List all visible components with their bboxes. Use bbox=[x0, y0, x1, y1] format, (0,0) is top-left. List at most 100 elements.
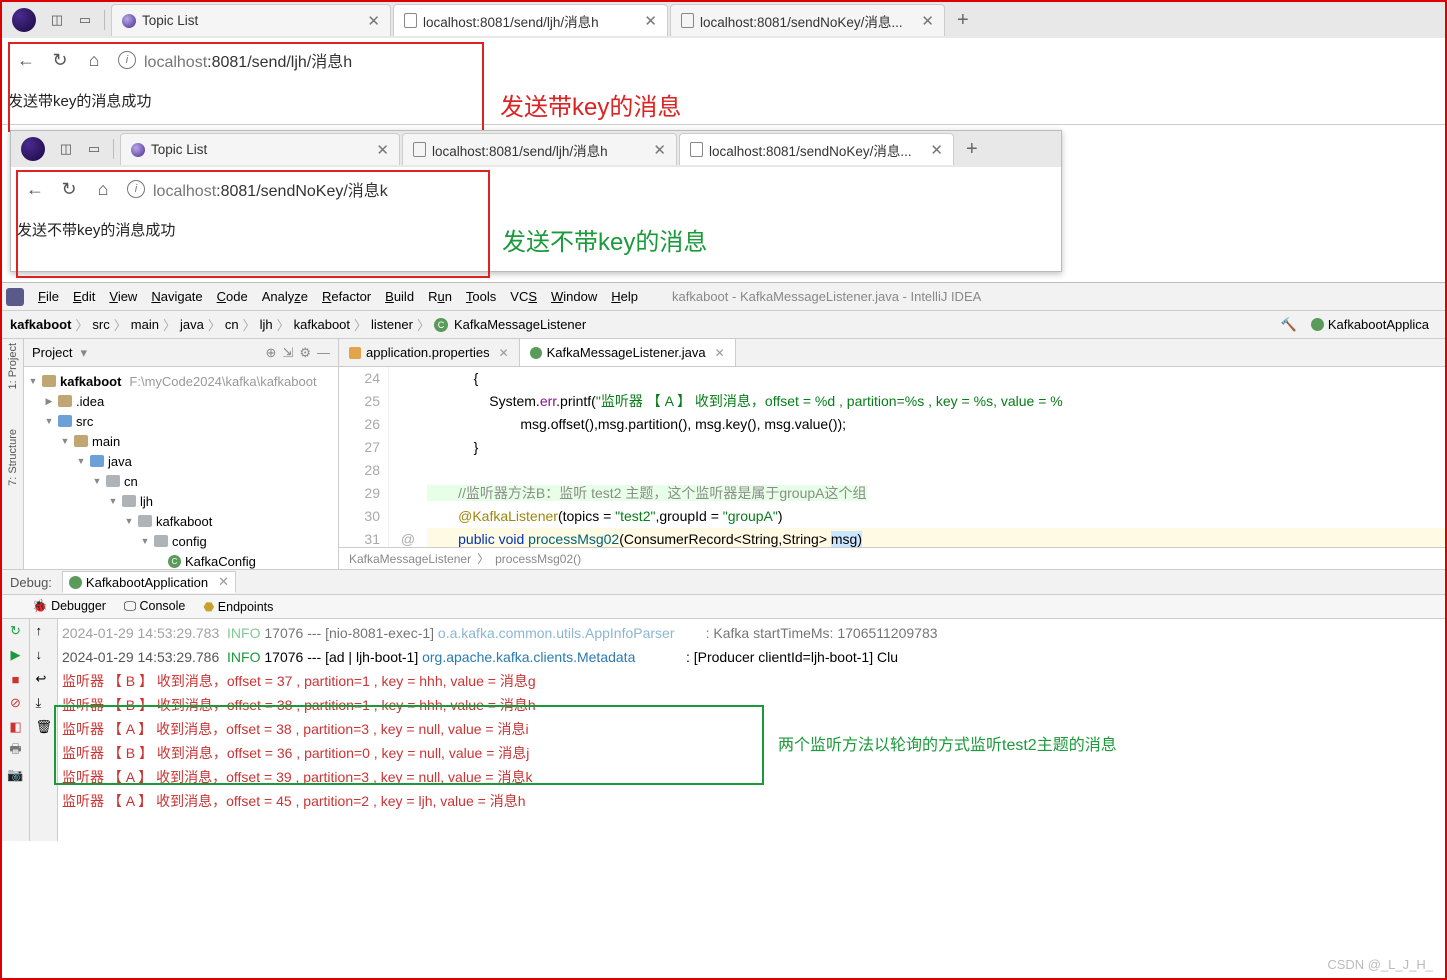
collections-icon[interactable]: ▭ bbox=[76, 11, 94, 29]
intellij-ide: File Edit View Navigate Code Analyze Ref… bbox=[2, 282, 1445, 841]
sub-console[interactable]: 🖵 Console bbox=[124, 599, 185, 614]
annotation-2: 发送不带key的消息 bbox=[502, 222, 707, 257]
menu-analyze[interactable]: Analyze bbox=[256, 289, 314, 304]
annotation-1: 发送带key的消息 bbox=[500, 87, 681, 122]
spring-icon bbox=[69, 576, 82, 589]
url-text: localhost:8081/send/ljh/消息h bbox=[144, 48, 352, 72]
menu-view[interactable]: View bbox=[103, 289, 143, 304]
close-icon[interactable]: ✕ bbox=[634, 12, 657, 30]
run-icon[interactable]: ▶ bbox=[8, 647, 24, 663]
proj-tab[interactable]: 1: Project bbox=[7, 343, 19, 389]
close-icon[interactable]: ✕ bbox=[911, 12, 934, 30]
sub-endpoints[interactable]: ⬣ Endpoints bbox=[203, 599, 273, 614]
back-icon[interactable]: ← bbox=[25, 179, 45, 199]
tab-sendnokey[interactable]: localhost:8081/sendNoKey/消息...✕ bbox=[670, 4, 945, 36]
tab-title: localhost:8081/send/ljh/消息h bbox=[423, 11, 599, 31]
favicon-icon bbox=[122, 14, 136, 28]
new-tab-button[interactable]: + bbox=[947, 4, 979, 36]
tab-title: Topic List bbox=[142, 13, 198, 28]
address-bar[interactable]: i localhost:8081/sendNoKey/消息k bbox=[127, 177, 547, 201]
window-title: kafkaboot - KafkaMessageListener.java - … bbox=[666, 289, 987, 304]
collapse-icon[interactable]: ⇲ bbox=[282, 345, 293, 361]
menu-run[interactable]: Run bbox=[422, 289, 458, 304]
close-icon[interactable]: ✕ bbox=[920, 141, 943, 159]
sub-debugger[interactable]: 🐞 Debugger bbox=[32, 599, 106, 614]
tab-send[interactable]: localhost:8081/send/ljh/消息h ✕ bbox=[393, 4, 668, 36]
run-toolbar: ↻ ▶ ■ ⊘ ◧ 🖶 📷 bbox=[2, 619, 30, 841]
ide-menubar: File Edit View Navigate Code Analyze Ref… bbox=[2, 283, 1445, 311]
menu-navigate[interactable]: Navigate bbox=[145, 289, 208, 304]
build-icon[interactable]: 🔨 bbox=[1281, 317, 1297, 333]
icon-gutter: @ bbox=[389, 367, 427, 547]
tab-sendnokey[interactable]: localhost:8081/sendNoKey/消息...✕ bbox=[679, 133, 954, 165]
page-body: 发送带key的消息成功 bbox=[2, 82, 1445, 124]
debug-tab-app[interactable]: KafkabootApplication✕ bbox=[62, 571, 236, 593]
menu-vcs[interactable]: VCS bbox=[504, 289, 543, 304]
home-icon[interactable]: ⌂ bbox=[93, 179, 113, 199]
camera-icon[interactable]: 📷 bbox=[8, 767, 24, 783]
menu-file[interactable]: File bbox=[32, 289, 65, 304]
hide-icon[interactable]: — bbox=[317, 345, 330, 361]
document-icon bbox=[404, 13, 417, 28]
clear-icon[interactable]: 🗑 bbox=[36, 719, 52, 735]
debug-subtabs: 🐞 Debugger 🖵 Console ⬣ Endpoints bbox=[2, 595, 1445, 619]
tab-send[interactable]: localhost:8081/send/ljh/消息h✕ bbox=[402, 133, 677, 165]
refresh-icon[interactable]: ↻ bbox=[59, 179, 79, 199]
back-icon[interactable]: ← bbox=[16, 50, 36, 70]
struct-tab[interactable]: 7: Structure bbox=[7, 429, 19, 486]
down-icon[interactable]: ↓ bbox=[36, 647, 52, 663]
document-icon bbox=[690, 142, 703, 157]
side-tabs: 1: Project 7: Structure bbox=[2, 339, 24, 569]
info-icon[interactable]: i bbox=[127, 180, 145, 198]
info-icon[interactable]: i bbox=[118, 51, 136, 69]
print-icon[interactable]: 🖶 bbox=[8, 743, 24, 759]
line-gutter: 2425262728293031 bbox=[339, 367, 389, 547]
document-icon bbox=[413, 142, 426, 157]
close-icon[interactable]: ✕ bbox=[357, 12, 380, 30]
new-tab-button[interactable]: + bbox=[956, 133, 988, 165]
project-label[interactable]: Project bbox=[32, 345, 72, 360]
menu-refactor[interactable]: Refactor bbox=[316, 289, 377, 304]
console-output[interactable]: 2024-01-29 14:53:29.783 INFO 17076 --- [… bbox=[58, 619, 1445, 841]
properties-icon bbox=[349, 347, 361, 359]
debug-tabs: Debug: KafkabootApplication✕ bbox=[2, 569, 1445, 595]
project-tree[interactable]: ▼kafkabootF:\myCode2024\kafka\kafkaboot … bbox=[24, 367, 338, 569]
close-icon[interactable]: ✕ bbox=[499, 346, 509, 360]
up-icon[interactable]: ↑ bbox=[36, 623, 52, 639]
refresh-icon[interactable]: ↻ bbox=[50, 50, 70, 70]
menu-window[interactable]: Window bbox=[545, 289, 603, 304]
close-icon[interactable]: ✕ bbox=[366, 141, 389, 159]
editor-tab-listener[interactable]: KafkaMessageListener.java✕ bbox=[520, 339, 736, 366]
close-icon[interactable]: ✕ bbox=[715, 346, 725, 360]
menu-tools[interactable]: Tools bbox=[460, 289, 502, 304]
run-config[interactable]: KafkabootApplica bbox=[1303, 315, 1437, 334]
favicon-icon bbox=[131, 143, 145, 157]
tab-topic-list[interactable]: Topic List ✕ bbox=[111, 4, 391, 36]
wrap-icon[interactable]: ↩ bbox=[36, 671, 52, 687]
address-bar[interactable]: i localhost:8081/send/ljh/消息h bbox=[118, 48, 538, 72]
menu-edit[interactable]: Edit bbox=[67, 289, 101, 304]
editor-tab-properties[interactable]: application.properties✕ bbox=[339, 339, 520, 366]
home-icon[interactable]: ⌂ bbox=[84, 50, 104, 70]
menu-code[interactable]: Code bbox=[211, 289, 254, 304]
code-area[interactable]: 2425262728293031 @ { System.err.printf("… bbox=[339, 367, 1445, 547]
project-panel: Project▾ ⊕⇲⚙— ▼kafkabootF:\myCode2024\ka… bbox=[24, 339, 339, 569]
tab-topic-list[interactable]: Topic List✕ bbox=[120, 133, 400, 165]
stop-icon[interactable]: ■ bbox=[8, 671, 24, 687]
annotation-3: 两个监听方法以轮询的方式监听test2主题的消息 bbox=[778, 731, 1117, 755]
collections-icon[interactable]: ▭ bbox=[85, 140, 103, 158]
console-toolbar: ↑ ↓ ↩ ⤓ 🗑 bbox=[30, 619, 58, 841]
workspaces-icon[interactable]: ◫ bbox=[57, 140, 75, 158]
menu-help[interactable]: Help bbox=[605, 289, 644, 304]
close-icon[interactable]: ✕ bbox=[643, 141, 666, 159]
rerun-icon[interactable]: ↻ bbox=[8, 623, 24, 639]
scroll-icon[interactable]: ⤓ bbox=[36, 695, 52, 711]
aim-icon[interactable]: ⊕ bbox=[266, 345, 277, 361]
ide-breadcrumb: kafkaboot〉 src〉 main〉 java〉 cn〉 ljh〉 kaf… bbox=[2, 311, 1445, 339]
gear-icon[interactable]: ⚙ bbox=[299, 345, 311, 361]
mute-icon[interactable]: ⊘ bbox=[8, 695, 24, 711]
browser-logo-icon bbox=[21, 137, 45, 161]
menu-build[interactable]: Build bbox=[379, 289, 420, 304]
layout-icon[interactable]: ◧ bbox=[8, 719, 24, 735]
workspaces-icon[interactable]: ◫ bbox=[48, 11, 66, 29]
